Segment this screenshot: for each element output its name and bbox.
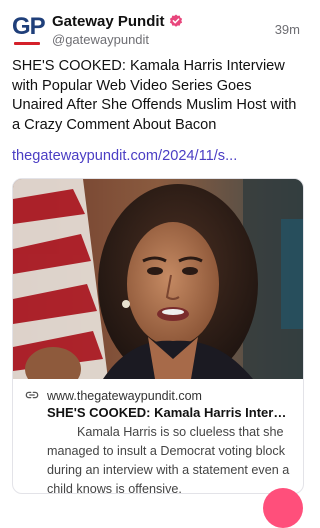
card-image-illustration bbox=[13, 179, 303, 379]
link-preview-card[interactable]: www.thegatewaypundit.com SHE'S COOKED: K… bbox=[12, 178, 304, 494]
card-description: Kamala Harris is so clueless that she ma… bbox=[47, 425, 290, 494]
post-link[interactable]: thegatewaypundit.com/2024/11/s... bbox=[12, 148, 237, 164]
card-title: SHE'S COOKED: Kamala Harris Intervi... bbox=[47, 405, 293, 420]
post-header: GP Gateway Pundit @gatewaypundit 39m bbox=[12, 8, 304, 48]
account-name[interactable]: Gateway Pundit bbox=[52, 13, 165, 30]
card-domain: www.thegatewaypundit.com bbox=[47, 389, 202, 403]
account-handle: @gatewaypundit bbox=[52, 32, 150, 47]
name-row: Gateway Pundit bbox=[52, 12, 183, 30]
post-text: SHE'S COOKED: Kamala Harris Interview wi… bbox=[12, 58, 297, 133]
link-icon bbox=[25, 391, 39, 399]
avatar-logo-underline bbox=[14, 42, 40, 45]
post-timestamp: 39m bbox=[274, 22, 300, 37]
card-image bbox=[13, 179, 303, 379]
verified-badge-icon bbox=[169, 14, 182, 27]
avatar-logo: GP bbox=[12, 13, 46, 40]
avatar[interactable]: GP bbox=[12, 13, 46, 46]
card-meta: www.thegatewaypundit.com SHE'S COOKED: K… bbox=[13, 379, 303, 493]
compose-button[interactable] bbox=[263, 488, 303, 528]
